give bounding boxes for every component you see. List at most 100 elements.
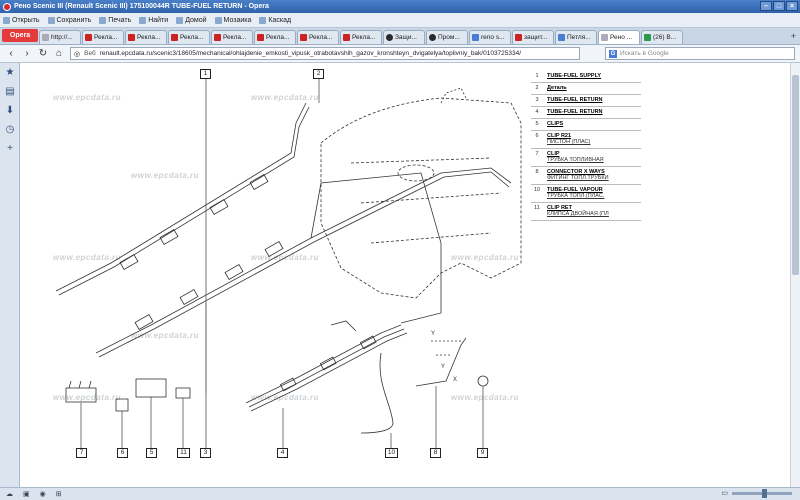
forward-icon[interactable]: ›: [22, 48, 32, 59]
find-button[interactable]: Найти: [139, 16, 168, 24]
toolbar: Открыть Сохранить Печать Найти Домой Моз…: [0, 13, 800, 28]
status-bar: ☁ ▣ ◉ ⊞ ▭: [0, 487, 800, 500]
cloud-icon[interactable]: ☁: [6, 490, 13, 498]
parts-list-row: 11 CLIP RET КЛИПСА ДВОЙНАЯ (ПЛ: [531, 203, 641, 221]
maximize-button[interactable]: □: [773, 1, 785, 11]
address-field[interactable]: ◎ Веб renault.epcdata.ru/scenic3/18605/m…: [70, 47, 580, 60]
cascade-button[interactable]: Каскад: [259, 16, 291, 24]
callout-10[interactable]: 10: [385, 448, 398, 458]
tab-6[interactable]: Рекла...: [297, 30, 339, 44]
tile-button[interactable]: Мозаика: [214, 16, 251, 24]
parts-list-row: 2 Деталь: [531, 83, 641, 95]
side-panel: ★ ▤ ⬇ ◷ +: [0, 63, 20, 487]
part-link[interactable]: TUBE-FUEL RETURN: [547, 109, 603, 115]
part-link[interactable]: TUBE-FUEL RETURN: [547, 97, 603, 103]
part-link[interactable]: CLIP ТРУБКА ТОПЛИВНАЯ: [547, 151, 604, 163]
back-icon[interactable]: ‹: [6, 48, 16, 59]
part-number: 3: [535, 97, 539, 103]
url-text: renault.epcdata.ru/scenic3/18605/mechani…: [99, 50, 522, 57]
scrollbar-thumb[interactable]: [792, 75, 799, 275]
tab-favicon-icon: [42, 34, 49, 41]
tab-2[interactable]: Рекла...: [125, 30, 167, 44]
part-link[interactable]: TUBE-FUEL SUPPLY: [547, 73, 601, 79]
callout-2[interactable]: 2: [313, 69, 324, 79]
parts-list-row: 10 TUBE-FUEL VAPOUR ТРУБКА ТОПЛ.(ПЛАС.: [531, 185, 641, 203]
tab-9[interactable]: Пром...: [426, 30, 468, 44]
part-link[interactable]: CLIP R21 ПИСТОН (ПЛАС): [547, 133, 590, 145]
tab-3[interactable]: Рекла...: [168, 30, 210, 44]
tab-favicon-icon: [558, 34, 565, 41]
callout-3[interactable]: 3: [200, 448, 211, 458]
part-description: ПИСТОН (ПЛАС): [547, 139, 591, 145]
callout-7[interactable]: 7: [76, 448, 87, 458]
tab-1[interactable]: Рекла...: [82, 30, 124, 44]
save-button[interactable]: Сохранить: [47, 16, 91, 24]
reload-icon[interactable]: ↻: [38, 48, 48, 59]
tab-favicon-icon: [85, 34, 92, 41]
callout-9[interactable]: 9: [477, 448, 488, 458]
notes-icon[interactable]: ▤: [0, 82, 20, 101]
new-tab-button[interactable]: +: [791, 31, 796, 41]
parts-list: 1 TUBE-FUEL SUPPLY 2 Деталь 3 TUBE-FUEL RETUR…: [531, 71, 641, 221]
tab-bar: Opera http://... Рекла... Рекла... Рекла...…: [0, 28, 800, 45]
vertical-scrollbar[interactable]: [790, 63, 800, 487]
part-number: 2: [535, 85, 539, 91]
tab-12[interactable]: Петля...: [555, 30, 597, 44]
print-button[interactable]: Печать: [99, 16, 131, 24]
home-button[interactable]: Домой: [176, 16, 207, 24]
add-panel-icon[interactable]: +: [0, 139, 20, 158]
zoom-control[interactable]: ▭: [721, 488, 792, 498]
callout-1[interactable]: 1: [200, 69, 211, 79]
tab-13[interactable]: Рено ...: [598, 30, 640, 44]
search-placeholder: Искать в Google: [620, 50, 669, 57]
tab-4[interactable]: Рекла...: [211, 30, 253, 44]
address-toolbar: ‹ › ↻ ⌂ ◎ Веб renault.epcdata.ru/scenic3…: [0, 45, 800, 63]
part-link[interactable]: TUBE-FUEL VAPOUR ТРУБКА ТОПЛ.(ПЛАС.: [547, 187, 604, 199]
callout-5[interactable]: 5: [146, 448, 157, 458]
tab-11[interactable]: защит...: [512, 30, 554, 44]
view-icon[interactable]: ▭: [721, 489, 728, 497]
tab-10[interactable]: reno s...: [469, 30, 511, 44]
turbo-icon[interactable]: ◉: [40, 490, 46, 498]
home-icon: [176, 16, 184, 24]
part-number: 5: [535, 121, 539, 127]
part-number: 7: [535, 151, 539, 157]
tab-5[interactable]: Рекла...: [254, 30, 296, 44]
callout-8[interactable]: 8: [430, 448, 441, 458]
zoom-slider[interactable]: [732, 488, 792, 498]
zoom-knob[interactable]: [762, 488, 767, 498]
minimize-button[interactable]: –: [760, 1, 772, 11]
part-link[interactable]: CONNECTOR X WAYS ФИТИНГ ТОПЛ.ТРУБКИ: [547, 169, 609, 181]
tab-7[interactable]: Рекла...: [340, 30, 382, 44]
callout-11[interactable]: 11: [177, 448, 190, 458]
speed-dial-icon[interactable]: ⊞: [56, 490, 62, 498]
part-link[interactable]: Деталь: [547, 85, 567, 91]
opera-logo-icon: [3, 2, 11, 11]
home-icon[interactable]: ⌂: [54, 48, 64, 59]
downloads-icon[interactable]: ⬇: [0, 101, 20, 120]
search-field[interactable]: G Искать в Google: [605, 47, 795, 60]
open-button[interactable]: Открыть: [3, 16, 40, 24]
part-link[interactable]: CLIP RET КЛИПСА ДВОЙНАЯ (ПЛ: [547, 205, 609, 217]
panel-icon[interactable]: ▣: [23, 490, 30, 498]
history-icon[interactable]: ◷: [0, 120, 20, 139]
opera-menu-button[interactable]: Opera: [2, 29, 38, 42]
tab-label: Рекла...: [180, 34, 204, 41]
part-number: 1: [535, 73, 539, 79]
google-icon: G: [609, 49, 617, 58]
tab-favicon-icon: [343, 34, 350, 41]
parts-list-row: 3 TUBE-FUEL RETURN: [531, 95, 641, 107]
part-number: 6: [535, 133, 539, 139]
tab-label: Пром...: [438, 34, 460, 41]
tab-label: Рекла...: [352, 34, 376, 41]
callout-6[interactable]: 6: [117, 448, 128, 458]
part-link[interactable]: CLIPS: [547, 121, 563, 127]
tab-14[interactable]: (26) В...: [641, 30, 683, 44]
close-button[interactable]: ×: [786, 1, 798, 11]
tab-label: http://...: [51, 34, 73, 41]
tab-8[interactable]: Защи...: [383, 30, 425, 44]
callout-4[interactable]: 4: [277, 448, 288, 458]
tab-favicon-icon: [214, 34, 221, 41]
tab-0[interactable]: http://...: [39, 30, 81, 44]
bookmarks-icon[interactable]: ★: [0, 63, 20, 82]
